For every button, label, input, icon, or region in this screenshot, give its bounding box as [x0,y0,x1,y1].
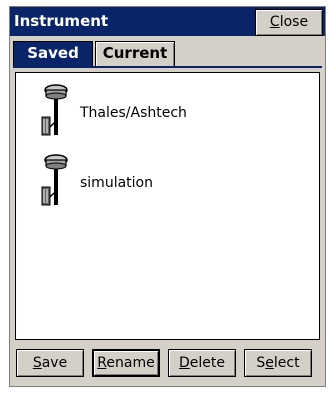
save-label-rest: ave [41,355,68,371]
close-label-rest: lose [279,14,309,30]
gps-receiver-icon [36,153,70,209]
instrument-list[interactable]: Thales/Ashtech simulation [15,72,320,340]
close-mnemonic: C [269,14,280,30]
tab-underline [13,66,322,68]
instrument-window: Instrument Close Saved Current Thales/As… [9,6,326,387]
list-item[interactable]: Thales/Ashtech [16,83,316,147]
tab-current[interactable]: Current [95,41,175,66]
instrument-name: Thales/Ashtech [80,105,187,121]
delete-button[interactable]: Delete [168,349,236,377]
select-mnemonic: e [265,355,274,371]
save-button[interactable]: Save [16,349,84,377]
delete-label-rest: elete [189,355,225,371]
rename-label-rest: ename [106,355,155,371]
save-mnemonic: S [32,355,42,371]
select-label-first: S [256,355,266,371]
window-title: Instrument [14,12,109,30]
delete-mnemonic: D [179,355,190,371]
instrument-name: simulation [80,175,153,191]
select-button[interactable]: Select [244,349,312,377]
tab-strip: Saved Current [10,37,325,71]
rename-button[interactable]: Rename [92,349,160,377]
button-row: Save Rename Delete Select [10,345,325,385]
list-item[interactable]: simulation [16,153,316,217]
select-label-rest: lect [273,355,300,371]
gps-receiver-icon [36,83,70,139]
title-bar: Instrument Close [10,7,325,36]
close-button[interactable]: Close [255,9,323,36]
tab-saved[interactable]: Saved [13,41,93,66]
